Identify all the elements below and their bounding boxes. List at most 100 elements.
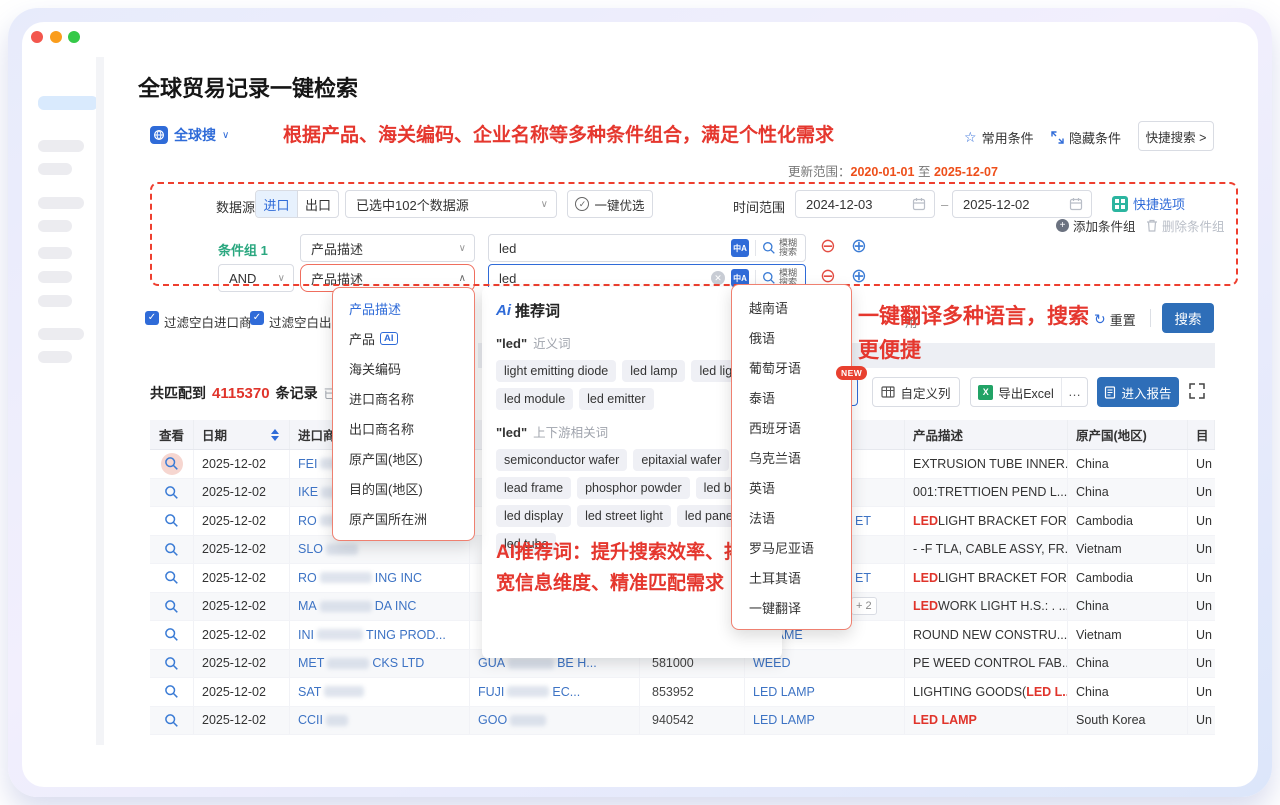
more-keywords-badge[interactable]: + 2 [851, 597, 877, 615]
cell-date: 2025-12-02 [194, 536, 290, 564]
sidebar-divider [96, 57, 104, 745]
filter-blank-exporter-checkbox[interactable]: ✓ [250, 311, 264, 325]
report-icon [1104, 386, 1116, 399]
cell-description: EXTRUSION TUBE INNER... [905, 450, 1068, 478]
customize-columns-button[interactable]: 自定义列 [872, 377, 960, 407]
language-option[interactable]: 英语 [732, 472, 851, 502]
cell-description: ROUND NEW CONSTRU... [905, 621, 1068, 649]
filter-blank-importer-checkbox[interactable]: ✓ [145, 311, 159, 325]
cell-description: - -F TLA, CABLE ASSY, FR... [905, 536, 1068, 564]
fullscreen-icon[interactable] [1188, 382, 1206, 400]
suggestion-tag[interactable]: led module [496, 388, 573, 410]
cell-exporter[interactable]: GOO [470, 707, 640, 735]
language-option[interactable]: 乌克兰语 [732, 442, 851, 472]
cell-importer[interactable]: SAT [290, 678, 470, 706]
reset-button[interactable]: ↻ 重置 [1094, 310, 1136, 329]
annotation-translate: 一键翻译多种语言，搜索更便捷 [858, 300, 1093, 368]
language-option[interactable]: 泰语 [732, 382, 851, 412]
globe-icon [150, 126, 168, 144]
cell-origin: China [1068, 479, 1188, 507]
close-dot[interactable] [31, 31, 43, 43]
language-option[interactable]: 俄语 [732, 322, 851, 352]
suggestion-tag[interactable]: led street light [577, 505, 671, 527]
filter-highlight-box [150, 182, 1238, 286]
language-option[interactable]: 西班牙语 [732, 412, 851, 442]
maximize-dot[interactable] [68, 31, 80, 43]
collapse-icon [1051, 131, 1064, 144]
language-dropdown: 越南语俄语葡萄牙语泰语西班牙语乌克兰语英语法语罗马尼亚语土耳其语一键翻译 [731, 284, 852, 630]
synonym-tags: light emitting diodeled lampled lighled … [496, 360, 768, 410]
export-excel-button[interactable]: X 导出Excel [971, 383, 1061, 402]
column-header[interactable]: 日期 [194, 420, 290, 449]
field-option[interactable]: 目的国(地区) [333, 473, 474, 503]
favorite-conditions-button[interactable]: ☆ 常用条件 [964, 128, 1034, 147]
field-option[interactable]: 原产国所在洲 [333, 503, 474, 533]
suggestion-tag[interactable]: led emitter [579, 388, 653, 410]
cell-description: LED WORK LIGHT H.S.: . .... [905, 593, 1068, 621]
update-to-word: 至 [918, 165, 931, 179]
update-to-date: 2025-12-07 [934, 165, 998, 179]
skeleton-bar [38, 220, 72, 232]
view-icon [164, 570, 179, 585]
field-option[interactable]: 出口商名称 [333, 413, 474, 443]
cell-exporter[interactable]: FUJIEC... [470, 678, 640, 706]
enter-report-button[interactable]: 进入报告 [1097, 377, 1179, 407]
view-button[interactable] [150, 479, 194, 507]
cell-keyword[interactable]: LED LAMP [745, 707, 905, 735]
star-icon: ☆ [964, 129, 977, 146]
cell-description: LED LIGHT BRACKET FOR... [905, 507, 1068, 535]
view-button[interactable] [150, 536, 194, 564]
cell-origin: China [1068, 593, 1188, 621]
language-option[interactable]: 法语 [732, 502, 851, 532]
view-button[interactable] [150, 450, 194, 478]
view-button[interactable] [150, 650, 194, 678]
view-button[interactable] [150, 678, 194, 706]
cell-importer[interactable]: INITING PROD... [290, 621, 470, 649]
field-option[interactable]: 进口商名称 [333, 383, 474, 413]
minimize-dot[interactable] [50, 31, 62, 43]
suggestion-tag[interactable]: phosphor powder [577, 477, 690, 499]
view-button[interactable] [150, 507, 194, 535]
language-option[interactable]: 罗马尼亚语 [732, 532, 851, 562]
view-button[interactable] [150, 621, 194, 649]
field-option[interactable]: 海关编码 [333, 353, 474, 383]
quick-search-button[interactable]: 快捷搜索 > [1138, 121, 1214, 151]
excel-icon: X [978, 385, 993, 400]
suggestion-tag[interactable]: lead frame [496, 477, 571, 499]
view-button[interactable] [150, 593, 194, 621]
cell-hscode: 940542 [640, 707, 745, 735]
view-button[interactable] [150, 707, 194, 735]
section-label: 上下游相关词 [533, 426, 608, 440]
language-option[interactable]: 葡萄牙语 [732, 352, 851, 382]
language-option[interactable]: 一键翻译 [732, 592, 851, 622]
cell-importer[interactable]: CCII [290, 707, 470, 735]
related-section-label: "led" 上下游相关词 [496, 422, 768, 441]
export-excel-label: 导出Excel [998, 383, 1054, 402]
suggestion-tag[interactable]: epitaxial wafer [633, 449, 729, 471]
suggestion-tag[interactable]: led lamp [622, 360, 685, 382]
more-actions-button[interactable]: … [1061, 378, 1087, 406]
language-option[interactable]: 越南语 [732, 292, 851, 322]
field-option[interactable]: 产品AI [333, 323, 474, 353]
cell-destination: Un [1188, 650, 1215, 678]
term: "led" [496, 425, 527, 440]
cell-importer[interactable]: ROING INC [290, 564, 470, 592]
search-scope-selector[interactable]: 全球搜 ∨ [150, 125, 229, 145]
cell-importer[interactable]: METCKS LTD [290, 650, 470, 678]
cell-date: 2025-12-02 [194, 621, 290, 649]
field-option[interactable]: 原产国(地区) [333, 443, 474, 473]
cell-keyword[interactable]: LED LAMP [745, 678, 905, 706]
field-option[interactable]: 产品描述 [333, 293, 474, 323]
cell-description: 001:TRETTIOEN PEND L... [905, 479, 1068, 507]
language-option[interactable]: 土耳其语 [732, 562, 851, 592]
suggestion-tag[interactable]: led display [496, 505, 571, 527]
search-button[interactable]: 搜索 [1162, 303, 1214, 333]
cell-description: LED LIGHT BRACKET FOR... [905, 564, 1068, 592]
cell-importer[interactable]: MADA INC [290, 593, 470, 621]
view-icon [164, 684, 179, 699]
sort-icon[interactable] [271, 429, 279, 441]
hide-conditions-button[interactable]: 隐藏条件 [1051, 128, 1121, 147]
view-button[interactable] [150, 564, 194, 592]
suggestion-tag[interactable]: light emitting diode [496, 360, 616, 382]
suggestion-tag[interactable]: semiconductor wafer [496, 449, 627, 471]
